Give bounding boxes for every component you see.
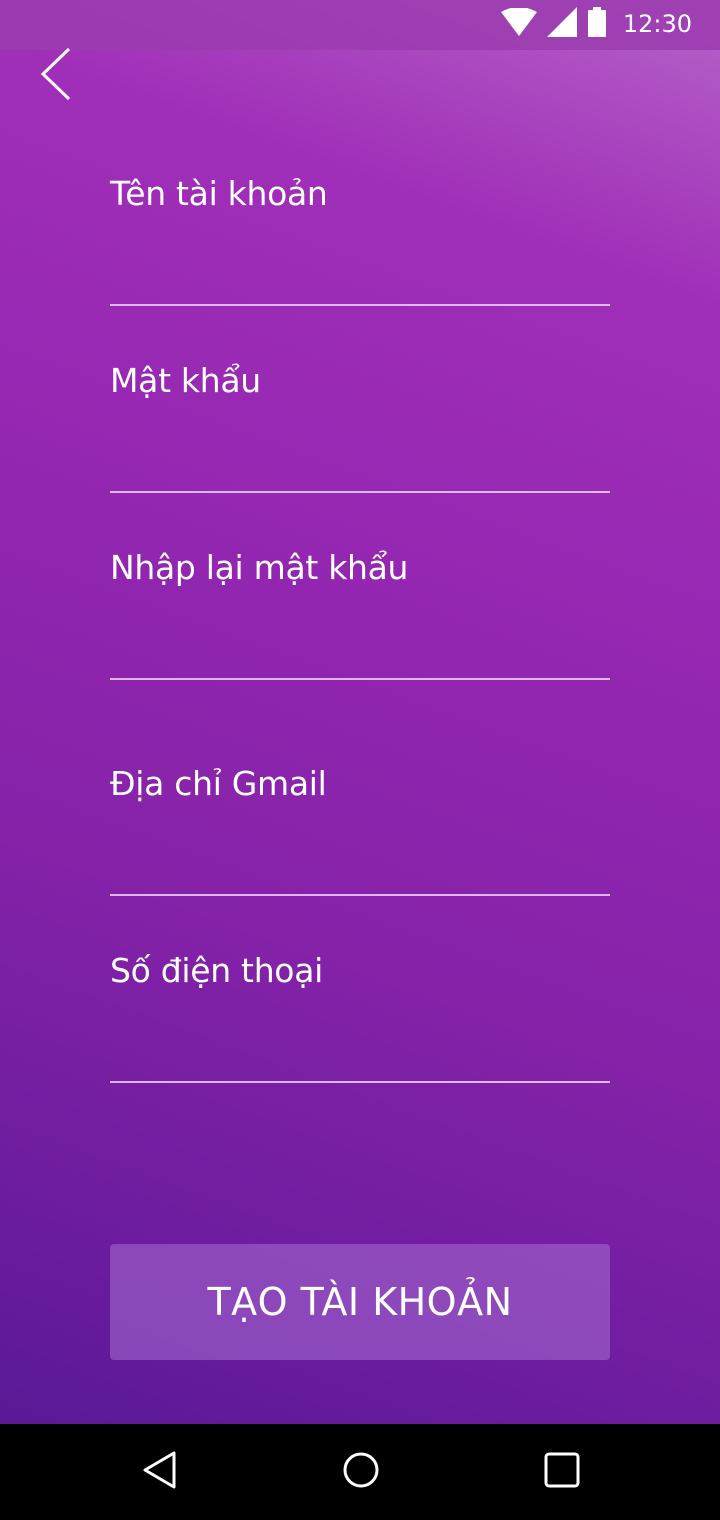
username-label: Tên tài khoản: [110, 174, 328, 213]
email-field: Địa chỉ Gmail: [110, 764, 610, 896]
password-input[interactable]: [110, 433, 610, 493]
recents-square-icon: [543, 1451, 581, 1493]
phone-field: Số điện thoại: [110, 951, 610, 1083]
battery-icon: [587, 7, 607, 41]
status-icons: 12:30: [500, 7, 692, 41]
create-account-button[interactable]: TẠO TÀI KHOẢN: [110, 1244, 610, 1360]
confirm-password-input[interactable]: [110, 620, 610, 680]
phone-label: Số điện thoại: [110, 951, 323, 990]
phone-input[interactable]: [110, 1023, 610, 1083]
status-time: 12:30: [622, 10, 692, 38]
back-button[interactable]: [28, 44, 84, 108]
confirm-password-label: Nhập lại mật khẩu: [110, 548, 409, 587]
password-label: Mật khẩu: [110, 361, 261, 400]
navigation-bar: [0, 1424, 720, 1520]
username-input[interactable]: [110, 246, 610, 306]
username-field: Tên tài khoản: [110, 174, 610, 306]
password-field: Mật khẩu: [110, 361, 610, 493]
wifi-icon: [500, 7, 537, 40]
back-triangle-icon: [142, 1450, 178, 1494]
confirm-password-field: Nhập lại mật khẩu: [110, 548, 610, 680]
nav-recents-button[interactable]: [538, 1448, 586, 1496]
register-screen: 12:30 Tên tài khoản Mật khẩu Nhập lại mậ…: [0, 0, 720, 1520]
signal-icon: [546, 7, 577, 41]
status-bar: 12:30: [0, 0, 720, 50]
home-circle-icon: [342, 1451, 380, 1493]
nav-home-button[interactable]: [337, 1448, 385, 1496]
email-label: Địa chỉ Gmail: [110, 764, 327, 803]
nav-back-button[interactable]: [136, 1448, 184, 1496]
chevron-left-icon: [39, 46, 73, 106]
email-input[interactable]: [110, 836, 610, 896]
